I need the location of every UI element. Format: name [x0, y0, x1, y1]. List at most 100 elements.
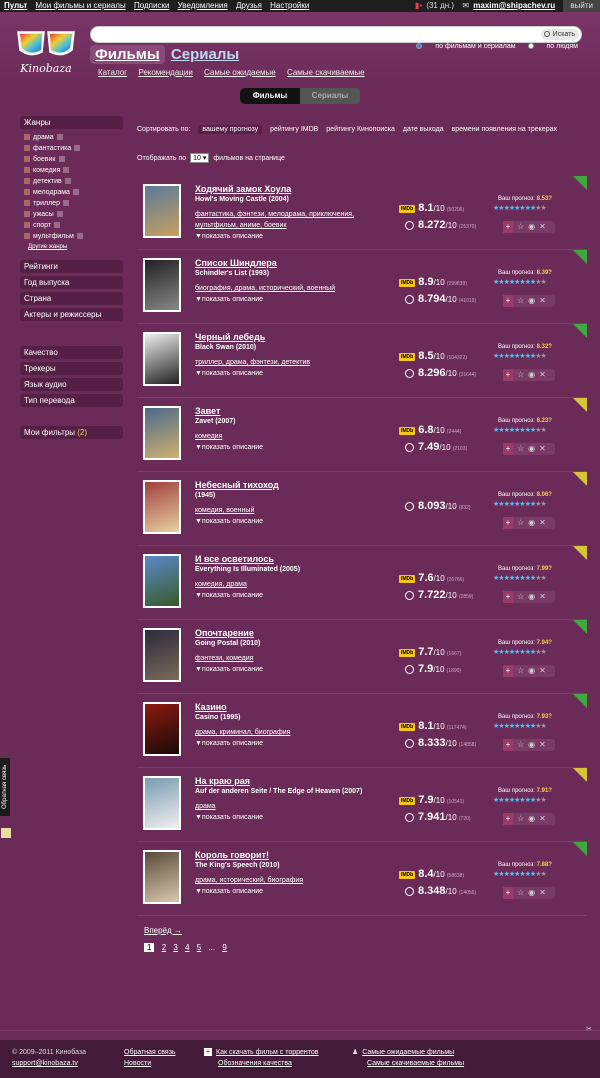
show-description-link[interactable]: ▼показать описание	[195, 370, 263, 377]
nav-subscriptions[interactable]: Подписки	[134, 1, 169, 10]
movie-title[interactable]: Опочтарение	[195, 628, 254, 638]
add-icon[interactable]: +	[503, 443, 513, 455]
genre-item[interactable]: мелодрама	[24, 187, 123, 198]
hide-x-icon[interactable]: ✕	[539, 296, 546, 305]
hide-x-icon[interactable]: ✕	[539, 518, 546, 527]
add-icon[interactable]: +	[503, 591, 513, 603]
exclude-icon[interactable]	[76, 233, 83, 240]
sort-by-imdb[interactable]: рейтингу IMDB	[270, 126, 318, 133]
page-link[interactable]: 3	[173, 943, 177, 952]
rating-stars[interactable]: ★★★★★★★★★★	[493, 352, 547, 360]
radio-films[interactable]: по фильмам и сериалам	[416, 43, 516, 50]
show-description-link[interactable]: ▼показать описание	[195, 814, 263, 821]
show-description-link[interactable]: ▼показать описание	[195, 888, 263, 895]
star-icon[interactable]: ★	[541, 575, 547, 582]
exclude-icon[interactable]	[58, 156, 65, 163]
logout-button[interactable]: выйти	[563, 0, 600, 12]
show-description-link[interactable]: ▼показать описание	[195, 740, 263, 747]
movie-title[interactable]: Черный лебедь	[195, 332, 265, 342]
favorite-star-icon[interactable]: ☆	[517, 444, 524, 453]
watch-eye-icon[interactable]: ◉	[528, 814, 535, 823]
genre-item[interactable]: фантастика	[24, 143, 123, 154]
star-icon[interactable]: ★	[541, 353, 547, 360]
star-icon[interactable]: ★	[541, 871, 547, 878]
movie-poster[interactable]	[143, 702, 181, 756]
favorite-star-icon[interactable]: ☆	[517, 518, 524, 527]
feedback-tab[interactable]: Обратная связь	[0, 758, 10, 816]
sort-by-kinopoisk[interactable]: рейтингу Кинопоиска	[326, 126, 395, 133]
genre-item[interactable]: мультфильм	[24, 231, 123, 242]
filter-country[interactable]: Страна	[20, 292, 123, 305]
filter-quality[interactable]: Качество	[20, 346, 123, 359]
movie-genres[interactable]: биография, драма, исторический, военный	[195, 283, 395, 294]
movie-title[interactable]: На краю рая	[195, 776, 250, 786]
footer-downloaded-link[interactable]: Самые скачиваемые фильмы	[352, 1058, 464, 1069]
checkbox-icon[interactable]	[24, 200, 30, 207]
rating-stars[interactable]: ★★★★★★★★★★	[493, 278, 547, 286]
add-icon[interactable]: +	[503, 295, 513, 307]
watch-eye-icon[interactable]: ◉	[528, 444, 535, 453]
movie-title[interactable]: Король говорит!	[195, 850, 269, 860]
movie-genres[interactable]: комедия, драма	[195, 579, 395, 590]
show-description-link[interactable]: ▼показать описание	[195, 444, 263, 451]
my-filters[interactable]: Мои фильтры (2)	[20, 426, 123, 439]
exclude-icon[interactable]	[74, 145, 81, 152]
add-icon[interactable]: +	[503, 887, 513, 899]
page-link[interactable]: 4	[185, 943, 189, 952]
movie-poster[interactable]	[143, 850, 181, 904]
other-genres-link[interactable]: Другие жанры	[24, 242, 123, 256]
movie-title[interactable]: Небесный тихоход	[195, 480, 279, 490]
watch-eye-icon[interactable]: ◉	[528, 296, 535, 305]
feedback-icon[interactable]	[1, 828, 11, 838]
add-icon[interactable]: +	[503, 665, 513, 677]
genre-item[interactable]: комедия	[24, 165, 123, 176]
favorite-star-icon[interactable]: ☆	[517, 666, 524, 675]
favorite-star-icon[interactable]: ☆	[517, 370, 524, 379]
movie-poster[interactable]	[143, 184, 181, 238]
subnav-most-downloaded[interactable]: Самые скачиваемые	[287, 68, 365, 77]
rating-stars[interactable]: ★★★★★★★★★★	[493, 870, 547, 878]
checkbox-icon[interactable]	[24, 145, 30, 152]
movie-poster[interactable]	[143, 628, 181, 682]
add-icon[interactable]: +	[503, 739, 513, 751]
favorite-star-icon[interactable]: ☆	[517, 222, 524, 231]
subnav-recommendations[interactable]: Рекомендации	[138, 68, 192, 77]
movie-poster[interactable]	[143, 554, 181, 608]
favorite-star-icon[interactable]: ☆	[517, 814, 524, 823]
toggle-films[interactable]: Фильмы	[240, 88, 300, 104]
radio-people[interactable]: по людям	[527, 43, 578, 50]
footer-news-link[interactable]: Новости	[124, 1058, 176, 1069]
exclude-icon[interactable]	[56, 211, 63, 218]
exclude-icon[interactable]	[62, 200, 69, 207]
exclude-icon[interactable]	[54, 222, 61, 229]
movie-poster[interactable]	[143, 258, 181, 312]
show-description-link[interactable]: ▼показать описание	[195, 296, 263, 303]
star-icon[interactable]: ★	[541, 427, 547, 434]
tab-films[interactable]: Фильмы	[90, 45, 165, 64]
search-button[interactable]: Искать	[540, 29, 579, 40]
per-page-select[interactable]: 10 ▾	[190, 153, 210, 163]
movie-genres[interactable]: драма, исторический, биография	[195, 875, 395, 886]
movie-genres[interactable]: фэнтези, комедия	[195, 653, 395, 664]
exclude-icon[interactable]	[63, 167, 70, 174]
checkbox-icon[interactable]	[24, 222, 30, 229]
rating-stars[interactable]: ★★★★★★★★★★	[493, 796, 547, 804]
sort-by-tracker-time[interactable]: времени появления на трекерах	[452, 126, 557, 133]
rating-stars[interactable]: ★★★★★★★★★★	[493, 426, 547, 434]
checkbox-icon[interactable]	[24, 167, 30, 174]
support-email[interactable]: support@kinobaza.tv	[12, 1058, 86, 1069]
show-description-link[interactable]: ▼показать описание	[195, 233, 263, 240]
nav-panel[interactable]: Пульт	[4, 1, 27, 10]
movie-poster[interactable]	[143, 480, 181, 534]
checkbox-icon[interactable]	[24, 189, 30, 196]
favorite-star-icon[interactable]: ☆	[517, 296, 524, 305]
add-icon[interactable]: +	[503, 221, 513, 233]
filter-people[interactable]: Актеры и режиссеры	[20, 308, 123, 321]
watch-eye-icon[interactable]: ◉	[528, 222, 535, 231]
nav-my-movies[interactable]: Мои фильмы и сериалы	[36, 1, 126, 10]
next-page-link[interactable]: Вперёд →	[144, 926, 232, 935]
hide-x-icon[interactable]: ✕	[539, 370, 546, 379]
page-link[interactable]: 2	[162, 943, 166, 952]
footer-feedback-link[interactable]: Обратная связь	[124, 1047, 176, 1058]
genre-item[interactable]: детектив	[24, 176, 123, 187]
